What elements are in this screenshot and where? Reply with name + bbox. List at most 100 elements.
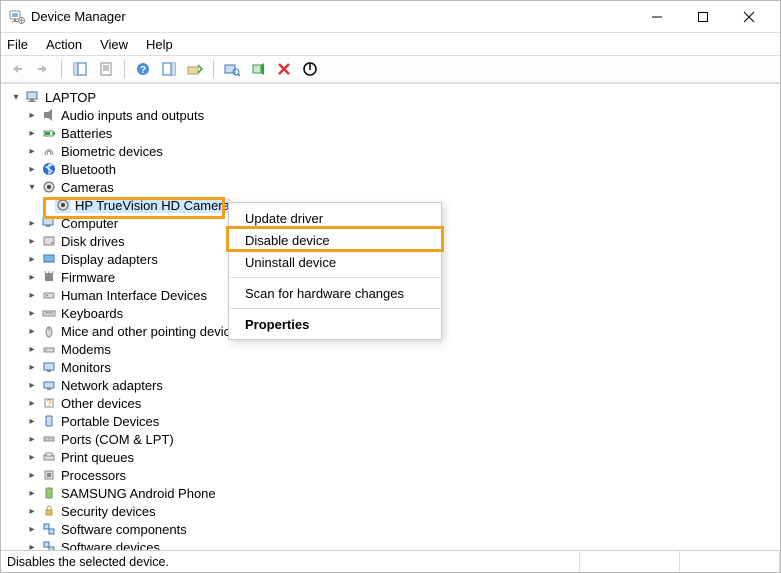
action-panel-button[interactable]: [157, 58, 181, 80]
tree-category[interactable]: Modems: [1, 340, 780, 358]
ctx-separator: [230, 277, 440, 278]
device-category-icon: [41, 539, 57, 550]
expand-toggle[interactable]: [25, 108, 39, 122]
enable-device-button[interactable]: [246, 58, 270, 80]
device-category-icon: [41, 323, 57, 339]
menu-action[interactable]: Action: [46, 37, 82, 52]
expand-toggle[interactable]: [25, 270, 39, 284]
expand-toggle[interactable]: [25, 342, 39, 356]
tree-category-label: Ports (COM & LPT): [61, 432, 174, 447]
update-driver-button[interactable]: [183, 58, 207, 80]
expand-toggle[interactable]: [25, 486, 39, 500]
tree-category[interactable]: Software devices: [1, 538, 780, 550]
tree-category[interactable]: Monitors: [1, 358, 780, 376]
menu-file[interactable]: File: [7, 37, 28, 52]
expand-toggle[interactable]: [25, 504, 39, 518]
tree-category[interactable]: Audio inputs and outputs: [1, 106, 780, 124]
tree-category-label: Processors: [61, 468, 126, 483]
ctx-scan-hardware[interactable]: Scan for hardware changes: [229, 282, 441, 304]
tree-category-label: Security devices: [61, 504, 156, 519]
tree-category-label: Software devices: [61, 540, 160, 551]
expand-toggle[interactable]: [25, 360, 39, 374]
expand-toggle[interactable]: [25, 378, 39, 392]
device-category-icon: [41, 251, 57, 267]
menu-help[interactable]: Help: [146, 37, 173, 52]
tree-category-label: Human Interface Devices: [61, 288, 207, 303]
device-tree[interactable]: LAPTOP Audio inputs and outputsBatteries…: [1, 83, 780, 550]
tree-category-label: Audio inputs and outputs: [61, 108, 204, 123]
tree-category-label: SAMSUNG Android Phone: [61, 486, 216, 501]
maximize-button[interactable]: [680, 1, 726, 33]
expand-toggle[interactable]: [25, 522, 39, 536]
app-icon: [9, 9, 25, 25]
uninstall-device-button[interactable]: [272, 58, 296, 80]
tree-category-label: Mice and other pointing devices: [61, 324, 244, 339]
tree-category[interactable]: Processors: [1, 466, 780, 484]
toolbar: ?: [1, 55, 780, 83]
tree-category[interactable]: Network adapters: [1, 376, 780, 394]
ctx-disable-device[interactable]: Disable device: [229, 229, 441, 251]
expand-toggle[interactable]: [9, 90, 23, 104]
scan-hardware-button[interactable]: [220, 58, 244, 80]
expand-toggle[interactable]: [25, 288, 39, 302]
expand-toggle[interactable]: [25, 180, 39, 194]
tree-category[interactable]: Software components: [1, 520, 780, 538]
expand-toggle[interactable]: [25, 162, 39, 176]
tree-category[interactable]: Batteries: [1, 124, 780, 142]
toolbar-separator: [213, 60, 214, 78]
expand-toggle[interactable]: [25, 126, 39, 140]
close-button[interactable]: [726, 1, 772, 33]
tree-category[interactable]: Portable Devices: [1, 412, 780, 430]
tree-category-label: Disk drives: [61, 234, 125, 249]
expand-toggle[interactable]: [25, 450, 39, 464]
device-category-icon: [41, 215, 57, 231]
device-category-icon: ?: [41, 395, 57, 411]
svg-text:?: ?: [140, 65, 146, 76]
expand-toggle[interactable]: [25, 306, 39, 320]
tree-category-label: Firmware: [61, 270, 115, 285]
expand-toggle[interactable]: [25, 216, 39, 230]
expand-toggle[interactable]: [25, 396, 39, 410]
tree-category[interactable]: Cameras: [1, 178, 780, 196]
ctx-uninstall-device[interactable]: Uninstall device: [229, 251, 441, 273]
status-cell: [680, 551, 780, 572]
status-text: Disables the selected device.: [1, 551, 580, 572]
status-cell: [580, 551, 680, 572]
tree-category[interactable]: Print queues: [1, 448, 780, 466]
device-category-icon: [41, 287, 57, 303]
menu-view[interactable]: View: [100, 37, 128, 52]
toolbar-separator: [124, 60, 125, 78]
tree-category[interactable]: ?Other devices: [1, 394, 780, 412]
device-category-icon: [41, 161, 57, 177]
expand-toggle[interactable]: [25, 324, 39, 338]
device-category-icon: [41, 125, 57, 141]
expand-toggle[interactable]: [25, 234, 39, 248]
show-hide-console-tree-button[interactable]: [68, 58, 92, 80]
tree-category[interactable]: Ports (COM & LPT): [1, 430, 780, 448]
disable-device-button[interactable]: [298, 58, 322, 80]
ctx-update-driver[interactable]: Update driver: [229, 207, 441, 229]
device-category-icon: [41, 467, 57, 483]
properties-button[interactable]: [94, 58, 118, 80]
tree-category[interactable]: SAMSUNG Android Phone: [1, 484, 780, 502]
expand-toggle[interactable]: [25, 414, 39, 428]
expand-toggle[interactable]: [25, 144, 39, 158]
expand-toggle[interactable]: [25, 432, 39, 446]
ctx-properties[interactable]: Properties: [229, 313, 441, 335]
statusbar: Disables the selected device.: [1, 550, 780, 572]
tree-category-label: Keyboards: [61, 306, 123, 321]
tree-category-label: Biometric devices: [61, 144, 163, 159]
forward-button[interactable]: [31, 58, 55, 80]
help-button[interactable]: ?: [131, 58, 155, 80]
minimize-button[interactable]: [634, 1, 680, 33]
expand-toggle[interactable]: [25, 540, 39, 550]
expand-toggle[interactable]: [25, 468, 39, 482]
tree-category[interactable]: Security devices: [1, 502, 780, 520]
device-category-icon: [41, 359, 57, 375]
expand-toggle[interactable]: [25, 252, 39, 266]
tree-category[interactable]: Biometric devices: [1, 142, 780, 160]
tree-root[interactable]: LAPTOP: [1, 88, 780, 106]
device-category-icon: [41, 233, 57, 249]
back-button[interactable]: [5, 58, 29, 80]
tree-category[interactable]: Bluetooth: [1, 160, 780, 178]
